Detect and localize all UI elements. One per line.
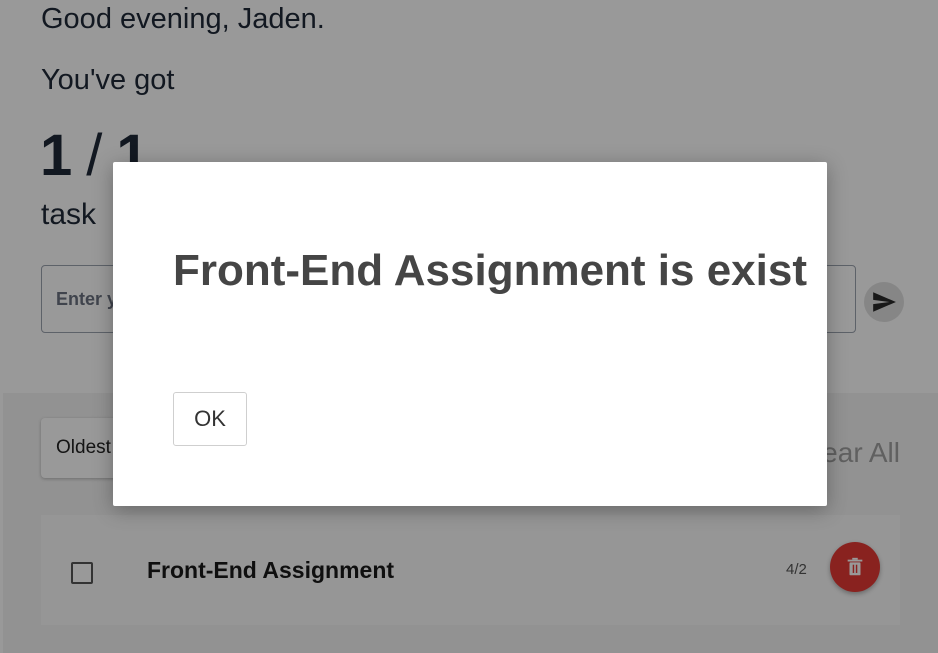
ok-button[interactable]: OK [173, 392, 247, 446]
dialog-message: Front-End Assignment is exist [173, 246, 808, 295]
alert-dialog: Front-End Assignment is exist OK [113, 162, 827, 506]
app-page: Good evening, Jaden. You've got 1/1 task… [0, 0, 938, 653]
